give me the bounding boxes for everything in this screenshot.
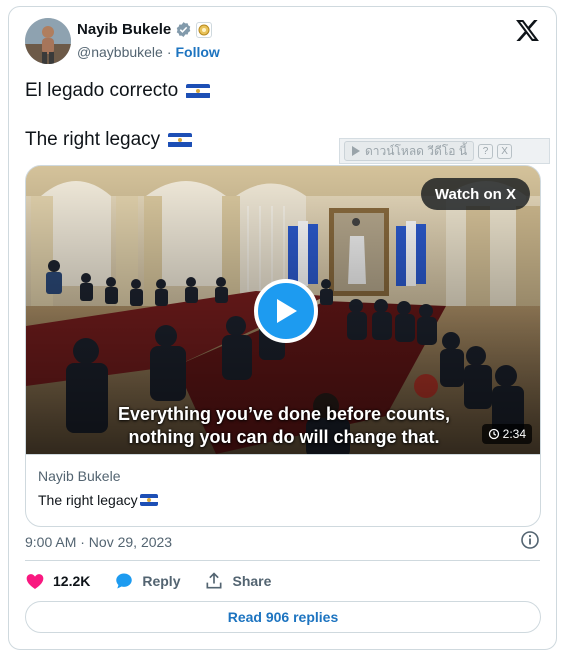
read-replies-button[interactable]: Read 906 replies	[25, 601, 541, 633]
link-card-title: The right legacy	[38, 492, 528, 508]
video-download-bar: ดาวน์โหลด วีดีโอ นี้ ? X	[339, 138, 550, 164]
flag-el-salvador-icon	[186, 83, 211, 99]
share-button[interactable]: Share	[204, 571, 271, 591]
share-icon	[206, 572, 222, 589]
video-player[interactable]: Watch on X Everything you’ve done before…	[26, 166, 540, 454]
history-icon	[488, 428, 499, 440]
tweet-text-spanish: El legado correcto	[25, 80, 179, 101]
download-video-label: ดาวน์โหลด วีดีโอ นี้	[365, 143, 468, 158]
download-close-button[interactable]: X	[497, 143, 513, 159]
share-label: Share	[232, 573, 272, 589]
like-count: 12.2K	[53, 573, 91, 589]
tweet-actions: 12.2K Reply Share	[25, 570, 295, 592]
author-handle[interactable]: @naybbukele	[77, 44, 163, 60]
reply-button[interactable]: Reply	[114, 571, 180, 591]
video-subtitle-line2: nothing you can do will change that.	[128, 427, 440, 447]
watch-on-x-button[interactable]: Watch on X	[420, 178, 530, 210]
handle-separator: ·	[166, 44, 172, 60]
info-icon[interactable]	[520, 530, 540, 550]
reply-bubble-icon	[116, 573, 133, 589]
tweet-text-english: The right legacy	[25, 129, 161, 150]
verified-badge-icon	[176, 22, 191, 37]
video-duration-text: 2:34	[502, 427, 526, 441]
avatar[interactable]	[25, 18, 71, 64]
affiliation-badge-icon[interactable]	[196, 21, 213, 38]
download-help-button[interactable]: ?	[478, 143, 494, 159]
tweet-text-line2: The right legacy	[25, 129, 193, 151]
author-name[interactable]: Nayib Bukele	[77, 21, 171, 38]
reply-label: Reply	[142, 573, 181, 589]
flag-el-salvador-icon	[139, 494, 158, 506]
tweet-text-line1: El legado correcto	[25, 80, 211, 102]
like-button[interactable]: 12.2K	[25, 571, 90, 591]
link-card-info[interactable]: Nayib Bukele The right legacy	[26, 454, 540, 526]
divider	[25, 560, 540, 561]
play-small-icon	[352, 146, 360, 156]
play-button[interactable]	[254, 279, 318, 343]
play-icon	[277, 299, 297, 323]
flag-el-salvador-icon	[168, 132, 193, 148]
follow-button[interactable]: Follow	[176, 44, 220, 60]
link-card-author: Nayib Bukele	[38, 468, 121, 484]
video-link-card[interactable]: Watch on X Everything you’ve done before…	[25, 165, 541, 527]
heart-icon	[26, 574, 44, 589]
tweet-embed-card: Nayib Bukele @naybbukele · Follow El leg…	[8, 6, 557, 650]
download-video-button[interactable]: ดาวน์โหลด วีดีโอ นี้	[344, 141, 475, 161]
link-card-title-text: The right legacy	[38, 492, 138, 508]
video-subtitle-line1: Everything you’ve done before counts,	[117, 404, 451, 424]
x-logo-icon[interactable]	[516, 20, 539, 41]
tweet-timestamp[interactable]: 9:00 AM · Nov 29, 2023	[25, 534, 172, 550]
video-duration: 2:34	[481, 424, 532, 444]
